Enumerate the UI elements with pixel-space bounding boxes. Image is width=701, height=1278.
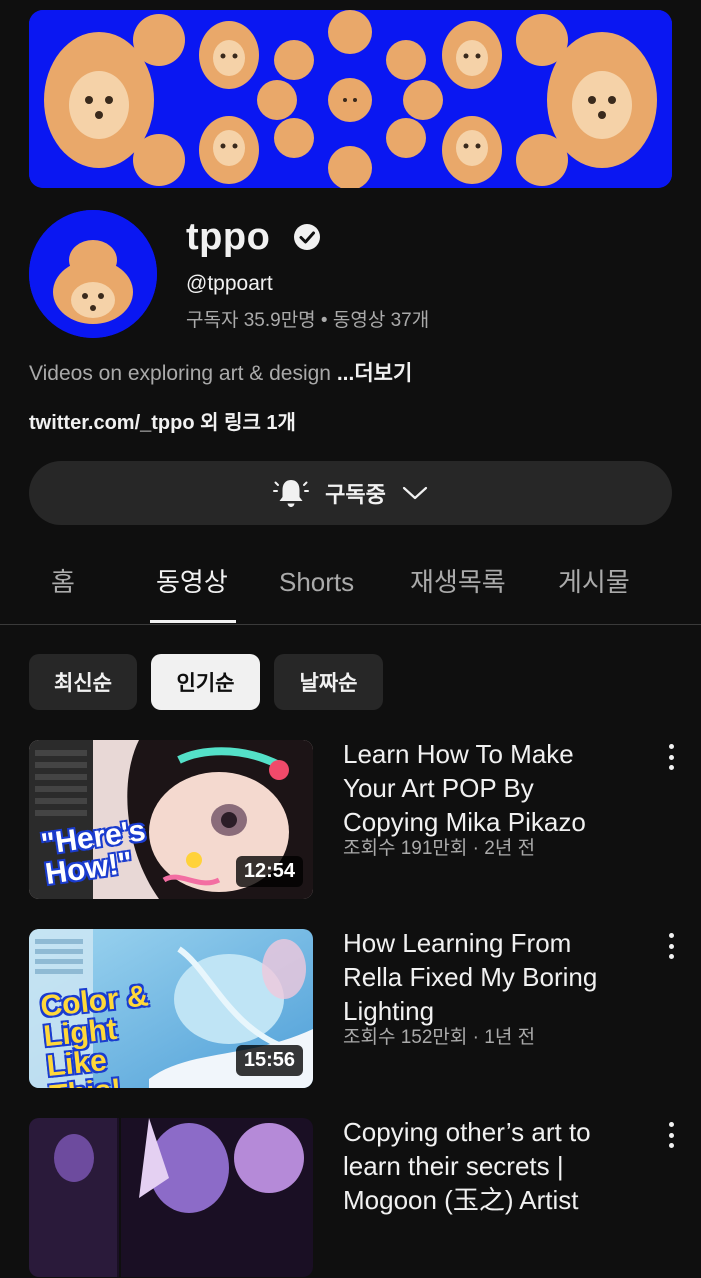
chevron-down-icon [402,486,427,500]
channel-description: Videos on exploring art & design [29,362,331,385]
thumbnail-caption: Color & Light Like This! [38,979,151,1088]
channel-handle: @tppoart [186,272,273,295]
video-duration: 15:56 [235,1045,303,1076]
video-meta: 조회수 191만회 · 2년 전 [343,838,536,859]
video-duration: 12:54 [235,856,303,887]
filter-chip-latest[interactable]: 최신순 [29,654,137,710]
bell-icon [273,480,310,507]
tab-posts[interactable]: 게시물 [558,566,630,598]
more-options-icon[interactable] [661,933,681,959]
channel-avatar[interactable] [29,210,157,338]
tab-shorts[interactable]: Shorts [279,566,354,598]
channel-tabs: 홈 동영상 Shorts 재생목록 게시물 [0,548,701,625]
thumbnail-image [29,1118,313,1277]
video-thumbnail[interactable]: Color & Light Like This! 15:56 [29,929,313,1088]
subscribed-button[interactable]: 구독중 [29,461,672,525]
video-thumbnail[interactable] [29,1118,313,1277]
channel-stats: 구독자 35.9만명 • 동영상 37개 [186,310,430,331]
video-item[interactable]: "Here's How!" 12:54 Learn How To Make Yo… [29,737,701,900]
tab-playlists[interactable]: 재생목록 [410,566,506,598]
channel-banner [29,10,672,188]
video-meta: 조회수 152만회 · 1년 전 [343,1027,536,1048]
video-title[interactable]: Copying other’s art to learn their secre… [343,1115,633,1217]
video-item[interactable]: Copying other’s art to learn their secre… [29,1115,701,1278]
more-options-icon[interactable] [661,1122,681,1148]
video-title[interactable]: How Learning From Rella Fixed My Boring … [343,926,633,1028]
tab-videos[interactable]: 동영상 [156,566,228,598]
bear-avatar-icon [29,210,157,338]
active-tab-indicator [150,620,236,623]
video-thumbnail[interactable]: "Here's How!" 12:54 [29,740,313,899]
video-title[interactable]: Learn How To Make Your Art POP By Copyin… [343,737,633,839]
tab-home[interactable]: 홈 [51,566,75,598]
channel-description-row[interactable]: Videos on exploring art & design ...더보기 [29,361,412,387]
subscribed-label: 구독중 [325,482,386,507]
more-link[interactable]: ...더보기 [337,362,412,385]
channel-name: tppo [186,216,271,258]
more-options-icon[interactable] [661,744,681,770]
filter-chip-popular[interactable]: 인기순 [151,654,260,710]
filter-chip-oldest[interactable]: 날짜순 [274,654,383,710]
channel-links[interactable]: twitter.com/_tppo 외 링크 1개 [29,410,296,436]
verified-badge-icon [294,224,320,250]
banner-bear-pattern [29,10,672,188]
video-item[interactable]: Color & Light Like This! 15:56 How Learn… [29,926,701,1089]
